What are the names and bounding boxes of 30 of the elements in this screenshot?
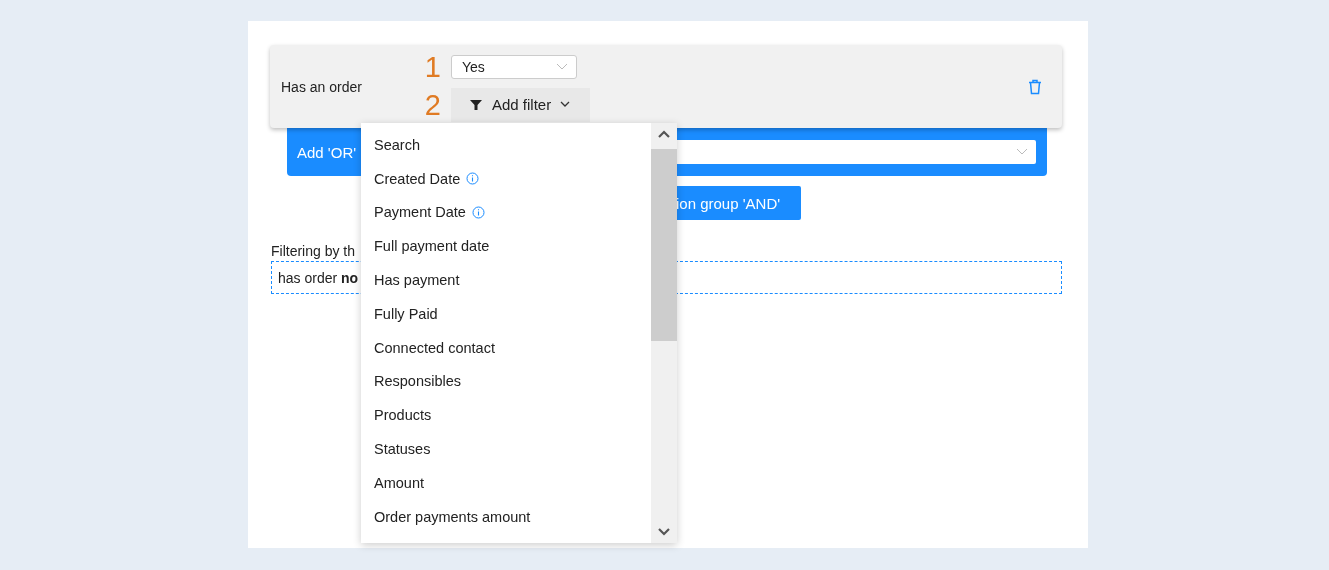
summary-text: has order no	[278, 269, 359, 286]
scroll-down-icon[interactable]	[657, 527, 671, 537]
scrollbar-thumb[interactable]	[651, 149, 677, 341]
info-icon	[466, 172, 480, 186]
filter-option[interactable]: Full payment date	[361, 229, 651, 264]
scroll-up-icon[interactable]	[657, 129, 671, 139]
or-group-label: Add 'OR'	[297, 143, 357, 161]
filter-option[interactable]: Payment Date	[361, 195, 651, 230]
condition-label: Has an order	[281, 78, 363, 95]
value-select[interactable]: Yes	[451, 54, 577, 79]
filter-option[interactable]: Responsibles	[361, 364, 651, 399]
funnel-icon	[469, 97, 483, 112]
filter-option[interactable]: Amount	[361, 465, 651, 500]
chevron-down-icon	[560, 101, 571, 108]
step-number: 2	[424, 89, 441, 120]
filter-option[interactable]: Products	[361, 398, 651, 433]
filter-option[interactable]: Statuses	[361, 432, 651, 466]
info-icon	[471, 206, 485, 219]
filter-option[interactable]: Fully Paid	[361, 297, 651, 331]
chevron-down-icon	[556, 62, 568, 71]
filter-option[interactable]: Search	[361, 128, 651, 162]
summary-heading: Filtering by th	[271, 243, 356, 259]
step-number: 1	[424, 51, 441, 82]
filter-option[interactable]: Order payments amount	[361, 499, 651, 534]
filter-option[interactable]: Connected contact	[361, 330, 651, 365]
add-filter-button[interactable]: Add filter	[451, 87, 590, 122]
trash-icon[interactable]	[1028, 78, 1042, 95]
filter-option[interactable]: Has payment	[361, 263, 651, 297]
filter-option[interactable]: Created Date	[361, 161, 651, 196]
chevron-down-icon	[1016, 148, 1028, 156]
